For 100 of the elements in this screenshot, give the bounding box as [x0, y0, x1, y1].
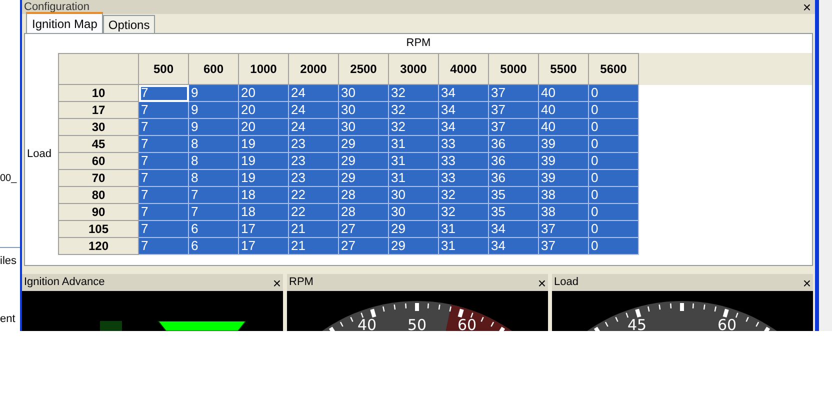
table-cell[interactable]: 7: [139, 136, 189, 153]
table-cell[interactable]: 19: [239, 170, 289, 187]
table-cell[interactable]: 27: [339, 221, 389, 238]
table-cell[interactable]: 37: [539, 221, 589, 238]
table-cell[interactable]: 19: [239, 136, 289, 153]
table-cell[interactable]: 7: [139, 119, 189, 136]
close-button[interactable]: ×: [272, 276, 281, 290]
table-cell[interactable]: 7: [139, 102, 189, 119]
table-cell[interactable]: 9: [189, 85, 239, 102]
table-cell[interactable]: 29: [389, 238, 439, 255]
table-cell[interactable]: 39: [539, 170, 589, 187]
table-cell[interactable]: 0: [589, 153, 639, 170]
table-cell[interactable]: 39: [539, 136, 589, 153]
table-cell[interactable]: 17: [239, 221, 289, 238]
table-cell[interactable]: 40: [539, 102, 589, 119]
table-cell[interactable]: 18: [239, 187, 289, 204]
table-cell[interactable]: 33: [439, 170, 489, 187]
table-cell[interactable]: 33: [439, 153, 489, 170]
table-cell[interactable]: 0: [589, 204, 639, 221]
table-cell[interactable]: 36: [489, 170, 539, 187]
table-cell[interactable]: 28: [339, 204, 389, 221]
table-cell[interactable]: 8: [189, 170, 239, 187]
table-cell[interactable]: 21: [289, 221, 339, 238]
table-cell[interactable]: 6: [189, 238, 239, 255]
table-cell[interactable]: 34: [439, 119, 489, 136]
table-cell[interactable]: 27: [339, 238, 389, 255]
table-cell[interactable]: 7: [139, 238, 189, 255]
table-cell[interactable]: 31: [439, 221, 489, 238]
table-cell[interactable]: 7: [189, 187, 239, 204]
table-cell[interactable]: 22: [289, 204, 339, 221]
table-cell[interactable]: 0: [589, 119, 639, 136]
table-cell[interactable]: 36: [489, 153, 539, 170]
table-cell[interactable]: 34: [489, 238, 539, 255]
table-cell[interactable]: 9: [189, 119, 239, 136]
table-cell[interactable]: 0: [589, 221, 639, 238]
table-cell[interactable]: 29: [339, 136, 389, 153]
table-cell[interactable]: 38: [539, 187, 589, 204]
table-cell[interactable]: 29: [339, 153, 389, 170]
table-cell[interactable]: 32: [389, 85, 439, 102]
tab[interactable]: Ignition Map: [26, 12, 104, 33]
table-cell[interactable]: 31: [439, 238, 489, 255]
table-cell[interactable]: 32: [389, 119, 439, 136]
table-cell[interactable]: 38: [539, 204, 589, 221]
table-cell[interactable]: 29: [339, 170, 389, 187]
table-cell[interactable]: 34: [439, 102, 489, 119]
table-cell[interactable]: 31: [389, 153, 439, 170]
table-cell[interactable]: 8: [189, 153, 239, 170]
table-cell[interactable]: 31: [389, 170, 439, 187]
table-cell[interactable]: 9: [189, 102, 239, 119]
table-cell[interactable]: 30: [389, 204, 439, 221]
table-cell[interactable]: 21: [289, 238, 339, 255]
table-cell[interactable]: 0: [589, 102, 639, 119]
close-button[interactable]: ×: [800, 0, 813, 14]
table-cell[interactable]: 0: [589, 85, 639, 102]
table-cell[interactable]: 37: [489, 119, 539, 136]
table-cell[interactable]: 24: [289, 85, 339, 102]
table-cell[interactable]: 0: [589, 170, 639, 187]
table-cell[interactable]: 8: [189, 136, 239, 153]
table-cell[interactable]: 32: [439, 187, 489, 204]
table-cell[interactable]: 20: [239, 102, 289, 119]
table-cell[interactable]: 7: [139, 85, 189, 102]
table-cell[interactable]: 0: [589, 187, 639, 204]
close-button[interactable]: ×: [538, 276, 546, 290]
table-cell[interactable]: 0: [589, 136, 639, 153]
table-cell[interactable]: 19: [239, 153, 289, 170]
table-cell[interactable]: 30: [339, 119, 389, 136]
table-cell[interactable]: 37: [539, 238, 589, 255]
table-cell[interactable]: 37: [489, 85, 539, 102]
table-cell[interactable]: 23: [289, 170, 339, 187]
table-cell[interactable]: 20: [239, 85, 289, 102]
table-cell[interactable]: 32: [389, 102, 439, 119]
table-cell[interactable]: 34: [439, 85, 489, 102]
table-cell[interactable]: 35: [489, 204, 539, 221]
table-cell[interactable]: 29: [389, 221, 439, 238]
table-cell[interactable]: 7: [139, 221, 189, 238]
table-cell[interactable]: 7: [139, 204, 189, 221]
table-cell[interactable]: 20: [239, 119, 289, 136]
table-cell[interactable]: 24: [289, 119, 339, 136]
table-cell[interactable]: 28: [339, 187, 389, 204]
table-cell[interactable]: 40: [539, 119, 589, 136]
table-cell[interactable]: 30: [339, 102, 389, 119]
table-cell[interactable]: 24: [289, 102, 339, 119]
table-cell[interactable]: 40: [539, 85, 589, 102]
table-cell[interactable]: 23: [289, 153, 339, 170]
tab[interactable]: Options: [103, 15, 155, 33]
table-cell[interactable]: 18: [239, 204, 289, 221]
table-cell[interactable]: 34: [489, 221, 539, 238]
table-cell[interactable]: 35: [489, 187, 539, 204]
close-button[interactable]: ×: [802, 276, 811, 290]
table-cell[interactable]: 30: [389, 187, 439, 204]
table-cell[interactable]: 6: [189, 221, 239, 238]
table-cell[interactable]: 22: [289, 187, 339, 204]
table-cell[interactable]: 36: [489, 136, 539, 153]
table-cell[interactable]: 7: [139, 153, 189, 170]
table-cell[interactable]: 17: [239, 238, 289, 255]
table-cell[interactable]: 7: [139, 170, 189, 187]
table-cell[interactable]: 30: [339, 85, 389, 102]
table-cell[interactable]: 7: [139, 187, 189, 204]
table-cell[interactable]: 39: [539, 153, 589, 170]
table-cell[interactable]: 23: [289, 136, 339, 153]
